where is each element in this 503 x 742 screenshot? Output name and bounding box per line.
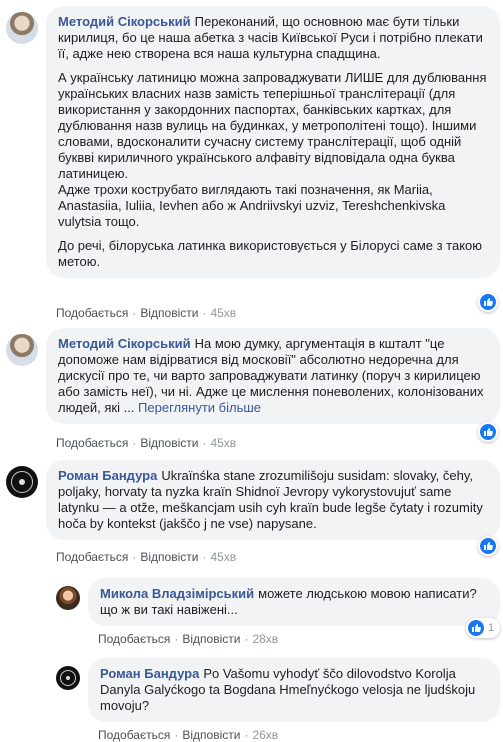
author-name[interactable]: Роман Бандура (100, 666, 199, 681)
avatar[interactable] (6, 466, 38, 498)
comment-actions: Подобається · Відповісти · 45хв (56, 436, 237, 450)
comment-text: А українську латиницю можна запроваджува… (58, 70, 487, 229)
reaction-count: 1 (488, 622, 495, 634)
avatar[interactable] (6, 334, 38, 366)
reply-link[interactable]: Відповісти (140, 436, 198, 450)
comment-bubble: Микола Владзімірський можете людською мов… (88, 578, 500, 626)
like-link[interactable]: Подобається (98, 728, 170, 742)
comment-actions: Подобається · Відповісти · 28хв (98, 632, 279, 646)
comment-bubble: Методий Сікорський Переконаний, що основн… (46, 6, 500, 278)
like-icon (480, 424, 496, 440)
author-name[interactable]: Методий Сікорський (58, 336, 191, 351)
timestamp[interactable]: 45хв (210, 436, 236, 450)
timestamp[interactable]: 28хв (252, 632, 278, 646)
author-name[interactable]: Микола Владзімірський (100, 586, 254, 601)
comment-bubble: Роман Бандура Po Vašomu vyhodyť ščo dilov… (88, 658, 500, 722)
avatar[interactable] (6, 12, 38, 44)
reply-link[interactable]: Відповісти (140, 306, 198, 320)
reply-link[interactable]: Відповісти (140, 550, 198, 564)
author-name[interactable]: Роман Бандура (58, 468, 157, 483)
comment-actions: Подобається · Відповісти · 45хв (56, 550, 237, 564)
avatar[interactable] (56, 586, 80, 610)
reaction-badge[interactable] (478, 292, 498, 312)
reaction-badge[interactable] (478, 422, 498, 442)
reply-link[interactable]: Відповісти (182, 632, 240, 646)
timestamp[interactable]: 45хв (210, 306, 236, 320)
like-link[interactable]: Подобається (56, 550, 128, 564)
like-icon (468, 620, 484, 636)
reaction-badge[interactable]: 1 (466, 618, 501, 638)
reply-link[interactable]: Відповісти (182, 728, 240, 742)
timestamp[interactable]: 26хв (252, 728, 278, 742)
author-name[interactable]: Методий Сікорський (58, 14, 191, 29)
timestamp[interactable]: 45хв (210, 550, 236, 564)
avatar[interactable] (56, 666, 80, 690)
comment-text: До речі, білоруська латинка використовує… (58, 238, 483, 269)
comment-actions: Подобається · Відповісти · 26хв (98, 728, 279, 742)
like-icon (480, 294, 496, 310)
like-link[interactable]: Подобається (56, 306, 128, 320)
like-icon (480, 538, 496, 554)
reaction-badge[interactable] (478, 536, 498, 556)
comment-bubble: Методий Сікорський На мою думку, аргумент… (46, 328, 500, 424)
comment-bubble: Роман Бандура Ukraïnśka stane zrozumilišo… (46, 460, 500, 540)
see-more-link[interactable]: Переглянути більше (138, 400, 261, 415)
comment-actions: Подобається · Відповісти · 45хв (56, 306, 237, 320)
like-link[interactable]: Подобається (98, 632, 170, 646)
like-link[interactable]: Подобається (56, 436, 128, 450)
